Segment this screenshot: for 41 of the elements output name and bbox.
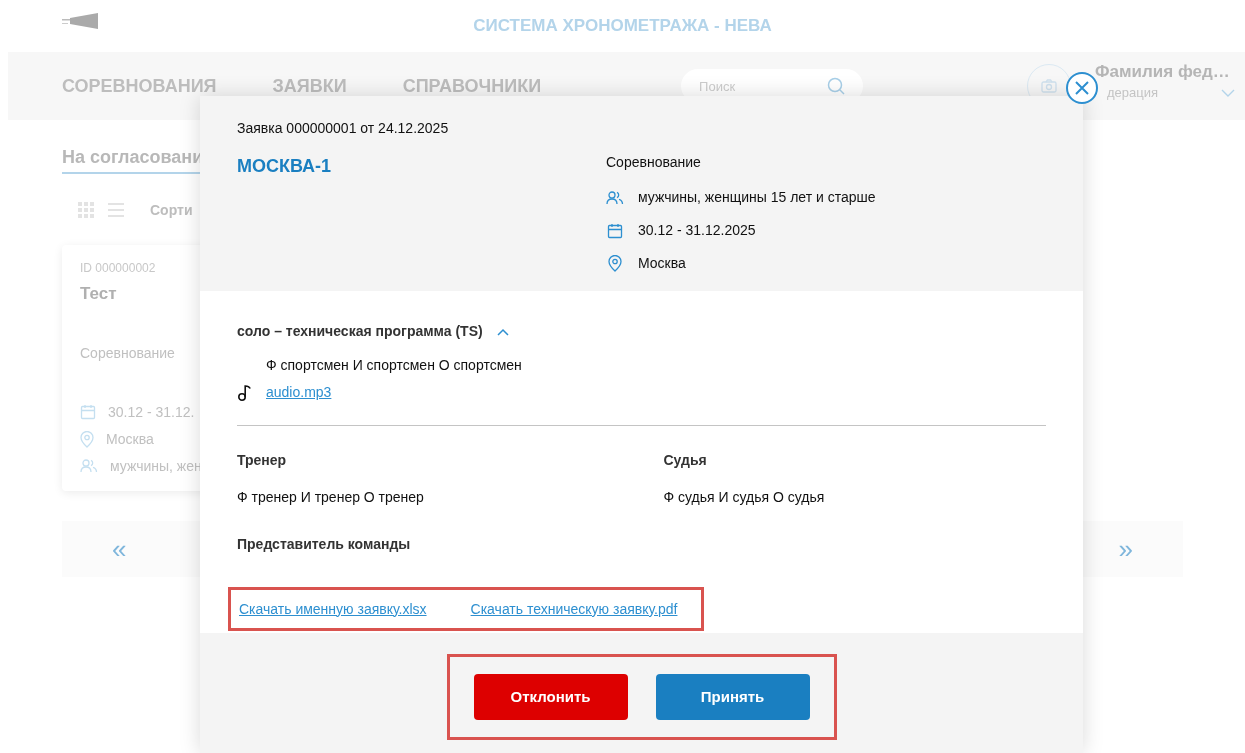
competition-audience: мужчины, женщины 15 лет и старше	[638, 188, 876, 207]
card-dates: 30.12 - 31.12.	[108, 402, 195, 422]
team-name: МОСКВА-1	[237, 155, 333, 178]
user-name: Фамилия фед…	[1095, 61, 1230, 84]
team-representative-label: Представитель команды	[237, 535, 412, 554]
sort-label: Сорти	[150, 200, 193, 220]
location-pin-icon	[606, 255, 624, 272]
judge-label: Судья	[663, 451, 708, 470]
reject-button[interactable]: Отклонить	[473, 674, 628, 720]
download-link[interactable]: Скачать именную заявку.xlsx	[239, 598, 427, 620]
chevron-down-icon[interactable]	[1221, 89, 1235, 97]
grid-view-icon[interactable]	[78, 202, 94, 218]
card-type: Соревнование	[80, 343, 176, 363]
audio-file-link[interactable]: audio.mp3	[266, 382, 332, 403]
logo-icon	[62, 13, 98, 29]
nav-tab[interactable]: СОРЕВНОВАНИЯ	[62, 72, 217, 100]
calendar-icon	[606, 222, 624, 239]
chevron-up-icon[interactable]	[496, 327, 509, 336]
download-link[interactable]: Скачать техническую заявку.pdf	[470, 598, 678, 620]
people-icon	[80, 459, 98, 473]
accept-button[interactable]: Принять	[655, 674, 810, 720]
application-heading: Заявка 000000001 от 24.12.2025	[237, 119, 450, 138]
next-page-button[interactable]: »	[1118, 529, 1133, 569]
judge-name: Ф судья И судья О судья	[663, 488, 826, 507]
coach-name: Ф тренер И тренер О тренер	[237, 488, 425, 507]
app-title: СИСТЕМА ХРОНОМЕТРАЖА - НЕВА	[473, 15, 772, 38]
close-icon	[1075, 81, 1089, 95]
nav-tab[interactable]: СПРАВОЧНИКИ	[402, 72, 542, 100]
nav-tab[interactable]: ЗАЯВКИ	[272, 72, 347, 100]
competition-dates: 30.12 - 31.12.2025	[638, 221, 756, 240]
card-title: Тест	[80, 283, 118, 305]
athletes-names: Ф спортсмен И спортсмен О спортсмен	[266, 356, 523, 375]
calendar-icon	[80, 404, 96, 420]
people-icon	[606, 190, 624, 205]
list-view-icon[interactable]	[108, 202, 124, 218]
card-city: Москва	[106, 429, 154, 449]
search-icon[interactable]	[827, 77, 846, 95]
location-pin-icon	[80, 430, 94, 448]
competition-label: Соревнование	[606, 153, 702, 172]
competition-city: Москва	[638, 254, 686, 273]
previous-page-button[interactable]: «	[112, 529, 127, 569]
